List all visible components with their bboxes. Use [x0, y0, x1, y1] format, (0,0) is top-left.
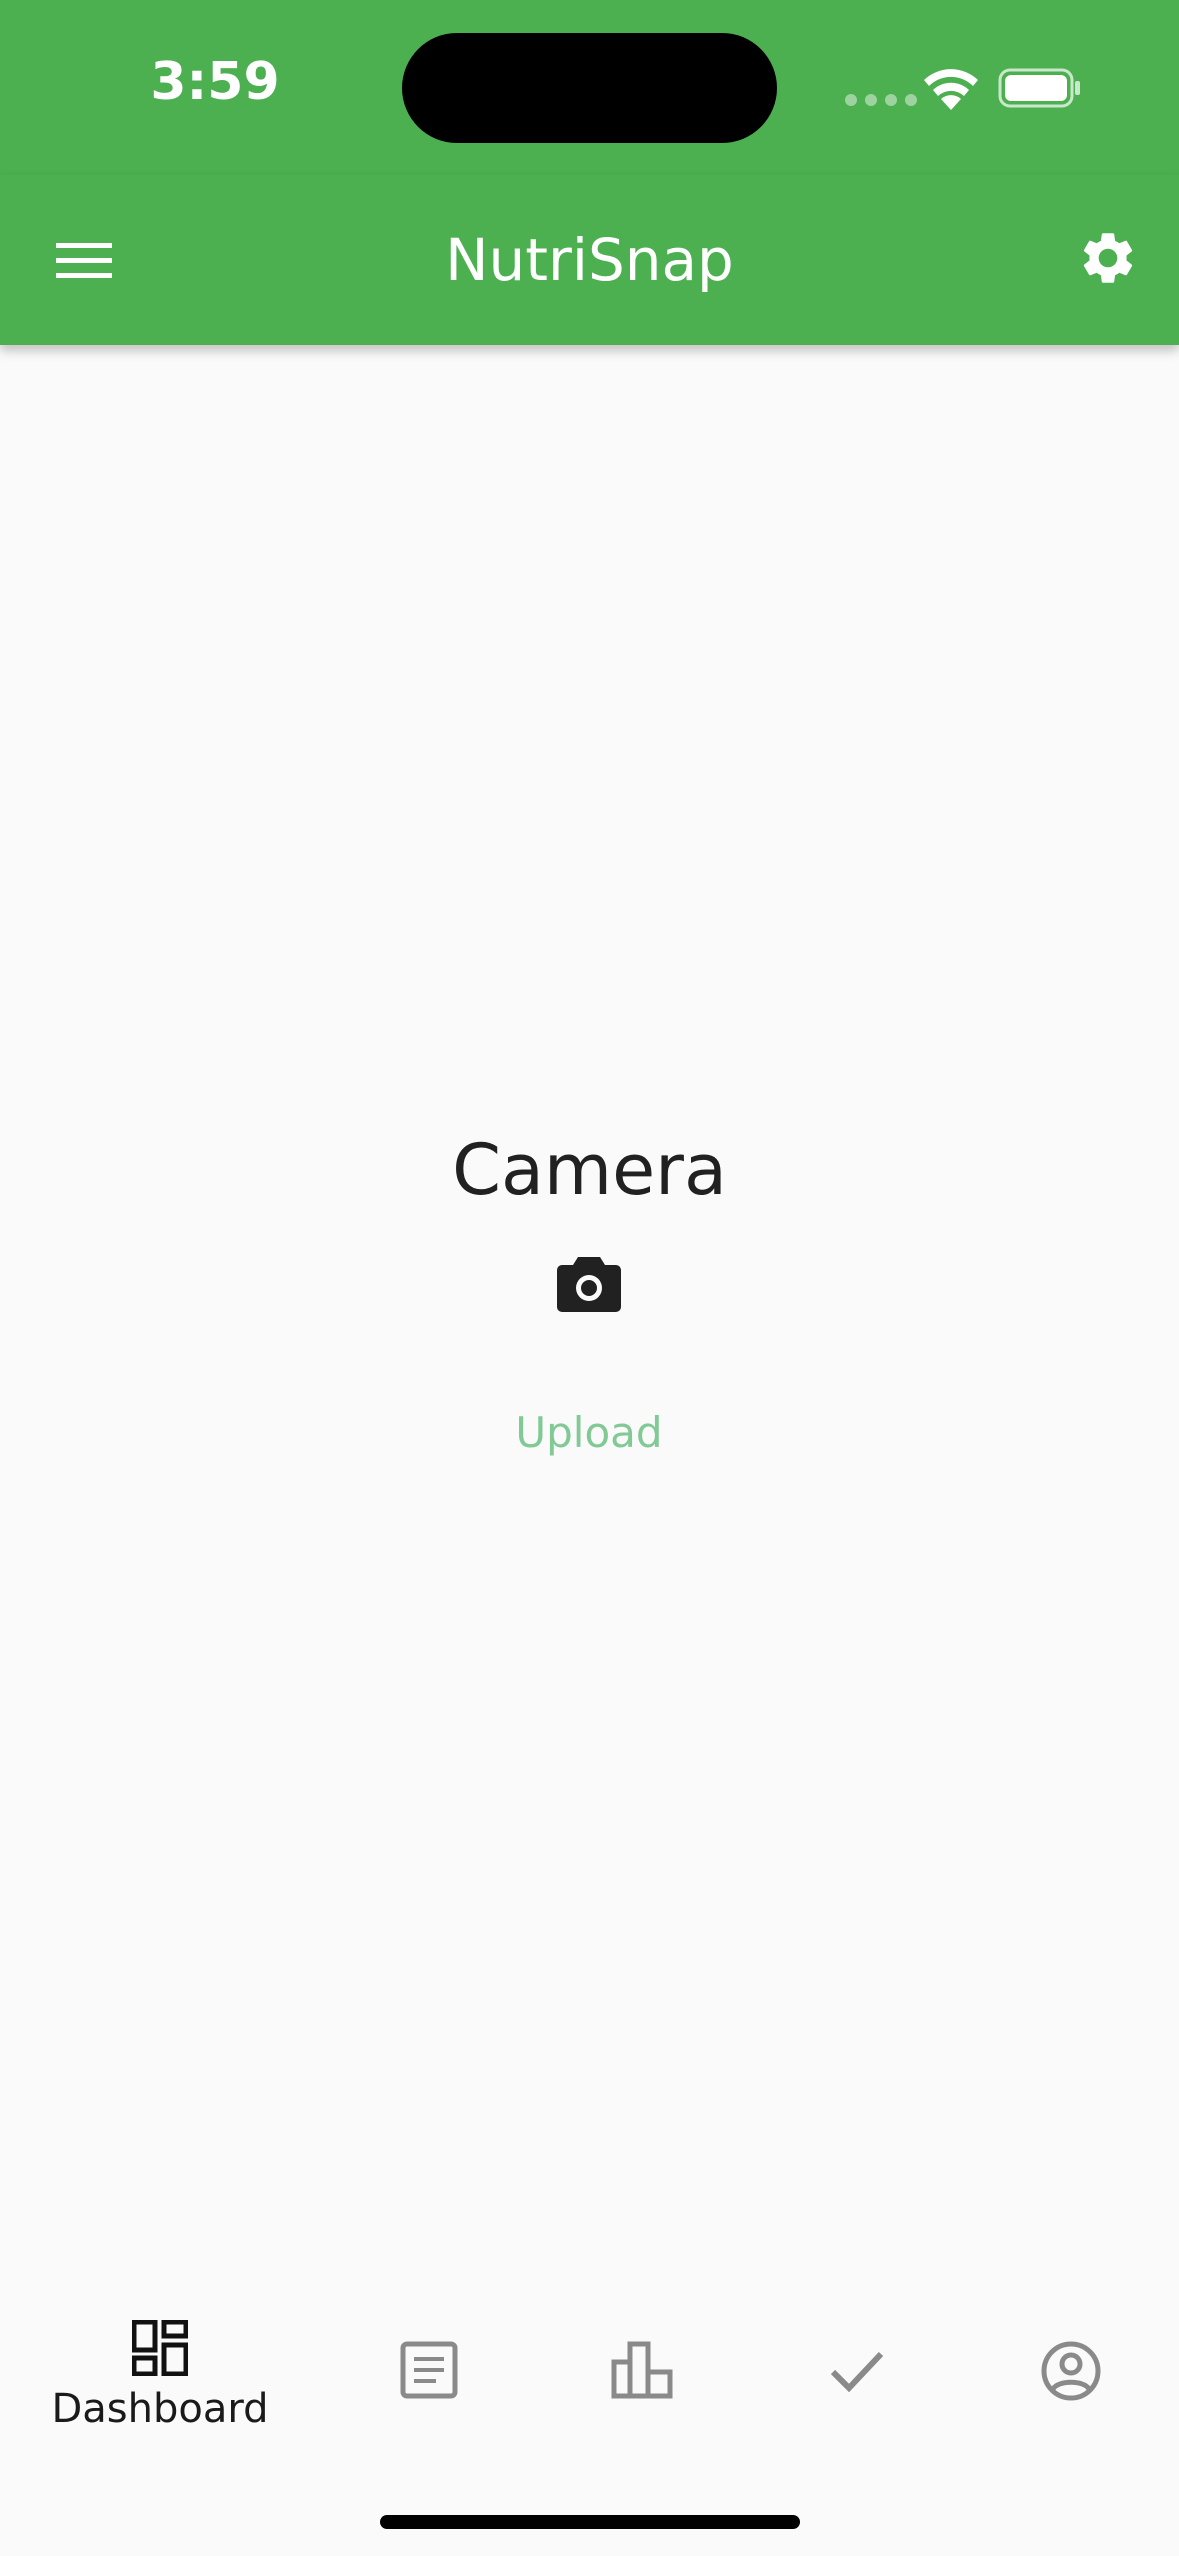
phone-screen: 3:59 NutriSnap Camera Upload Dashboard	[0, 0, 1179, 2556]
nav-item-profile[interactable]	[1026, 2340, 1116, 2490]
dynamic-island	[402, 33, 777, 143]
app-bar: NutriSnap	[0, 175, 1179, 345]
status-time: 3:59	[150, 52, 280, 112]
dashboard-icon	[132, 2320, 188, 2376]
app-title: NutriSnap	[445, 226, 734, 294]
main-content: Camera Upload	[0, 345, 1179, 2280]
wifi-icon	[924, 69, 978, 110]
gear-icon	[1083, 233, 1133, 283]
bar-chart-icon	[611, 2341, 673, 2399]
account-circle-icon	[1041, 2341, 1101, 2401]
upload-button[interactable]: Upload	[489, 1398, 689, 1468]
battery-icon	[998, 68, 1080, 108]
cellular-signal-icon	[845, 94, 917, 106]
article-icon	[400, 2341, 458, 2399]
nav-label-dashboard: Dashboard	[51, 2386, 269, 2432]
camera-icon[interactable]	[556, 1253, 622, 1313]
check-icon	[830, 2351, 884, 2393]
nav-item-dashboard[interactable]: Dashboard	[20, 2320, 300, 2470]
status-bar: 3:59	[0, 0, 1179, 175]
home-indicator[interactable]	[380, 2515, 800, 2529]
nav-item-logs[interactable]	[384, 2340, 474, 2490]
camera-title: Camera	[452, 1129, 727, 1211]
nav-item-goals[interactable]	[812, 2340, 902, 2490]
nav-item-stats[interactable]	[598, 2340, 688, 2490]
settings-button[interactable]	[1070, 220, 1146, 296]
